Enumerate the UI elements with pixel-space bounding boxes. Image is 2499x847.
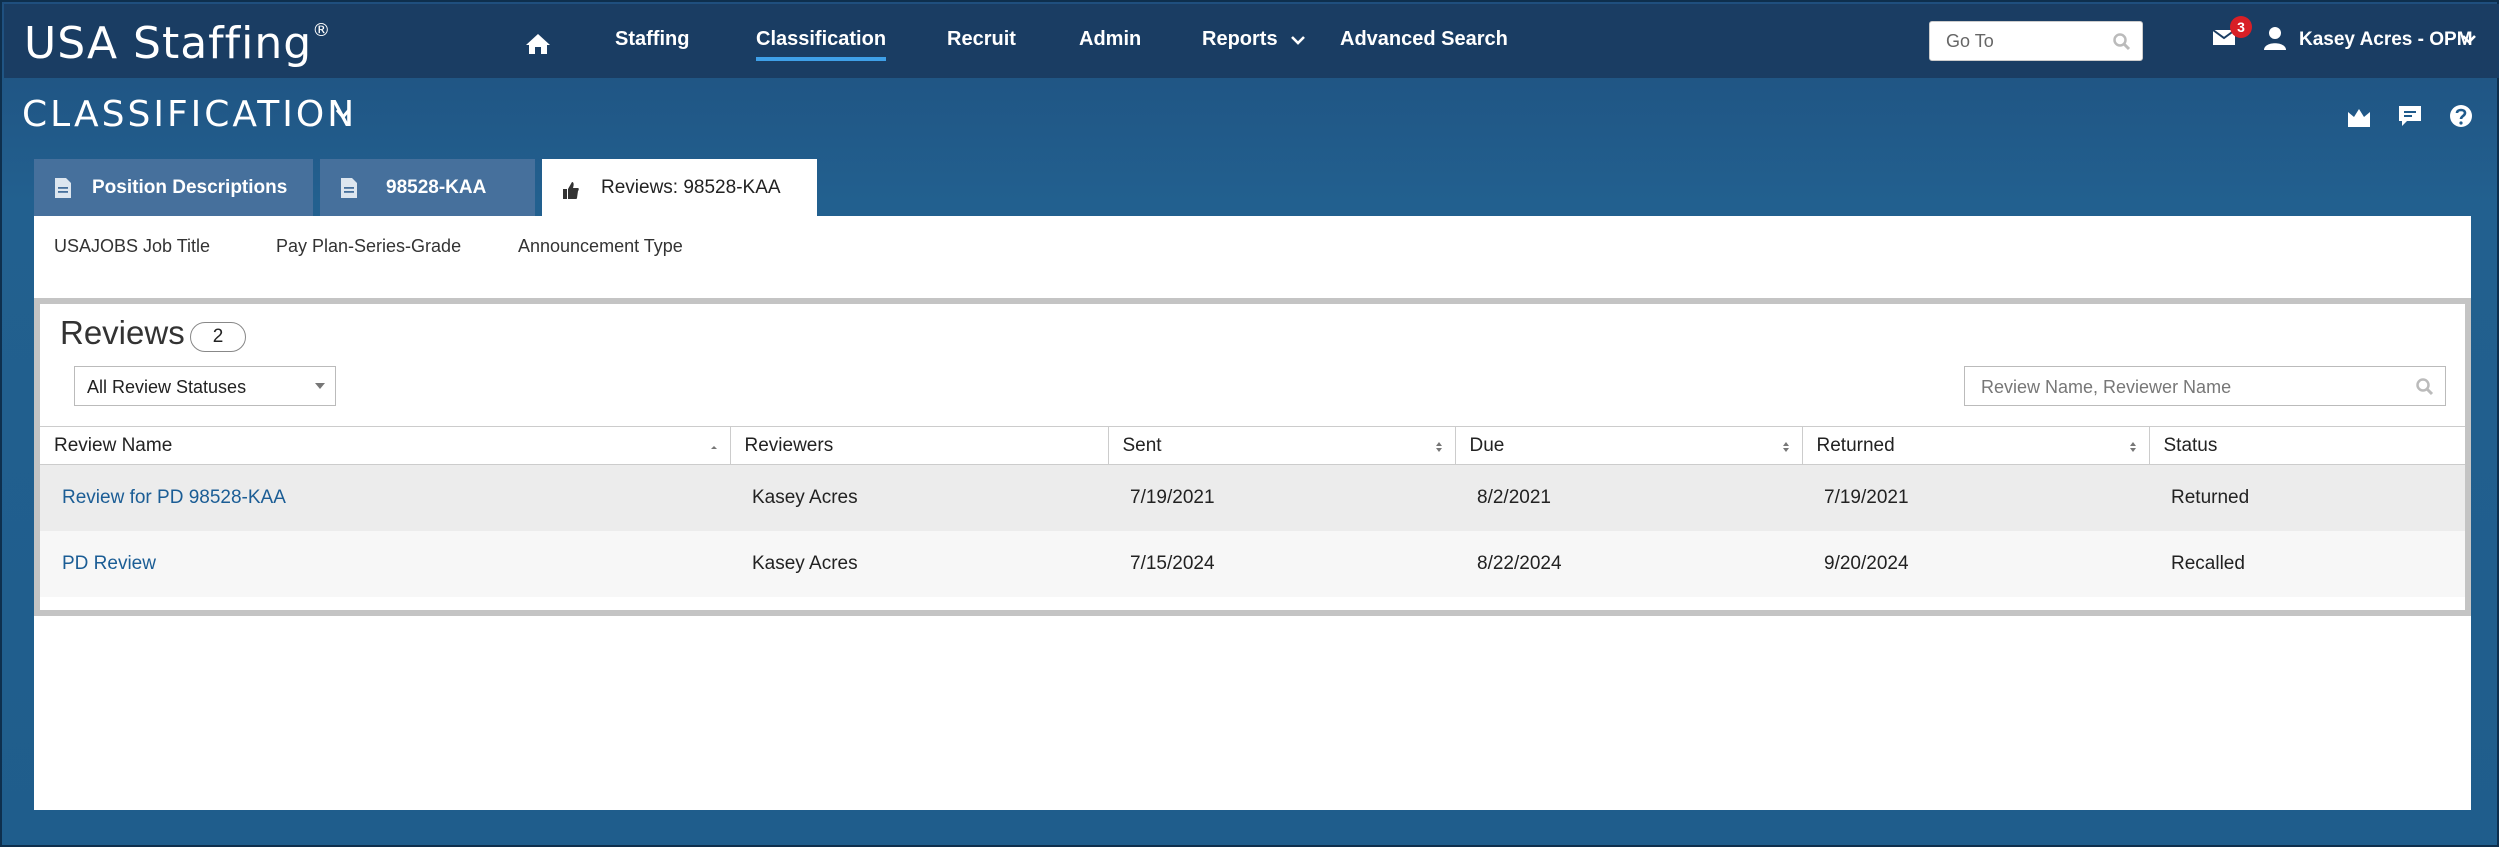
user-icon[interactable]	[2264, 26, 2286, 50]
column-label: Sent	[1122, 434, 1162, 456]
tab-position-98528-kaa[interactable]: 98528-KAA	[320, 159, 535, 216]
home-icon[interactable]	[524, 32, 552, 56]
notification-badge: 3	[2230, 16, 2252, 38]
help-icon[interactable]	[2448, 104, 2474, 128]
field-announcement-type: Announcement Type	[518, 236, 683, 256]
thumbs-up-icon	[563, 182, 579, 199]
reviews-panel: USAJOBS Job Title Pay Plan-Series-Grade …	[34, 216, 2471, 810]
column-review-name[interactable]: Review Name	[40, 426, 731, 465]
column-due[interactable]: Due	[1455, 426, 1803, 465]
user-menu[interactable]: Kasey Acres - OPM	[2299, 29, 2473, 51]
sort-icon[interactable]	[1435, 441, 1443, 453]
chevron-down-icon	[1291, 36, 1306, 45]
table-row: Review for PD 98528-KAA Kasey Acres 7/19…	[40, 464, 2465, 531]
review-search-placeholder: Review Name, Reviewer Name	[1981, 377, 2232, 397]
cell-due: 8/22/2024	[1455, 530, 1802, 597]
crown-icon[interactable]	[2346, 104, 2372, 128]
reviews-card: Reviews 2 All Review Statuses Review Nam…	[34, 298, 2471, 616]
column-label: Due	[1469, 434, 1505, 456]
nav-recruit[interactable]: Recruit	[947, 28, 1016, 51]
nav-reports[interactable]: Reports	[1202, 28, 1306, 51]
review-status-filter-value: All Review Statuses	[87, 377, 247, 397]
document-icon	[55, 178, 71, 198]
cell-sent: 7/15/2024	[1108, 530, 1455, 597]
cell-reviewers: Kasey Acres	[730, 464, 1108, 531]
column-returned[interactable]: Returned	[1802, 426, 2150, 465]
top-navigation: USA Staffing® Staffing Classification Re…	[4, 4, 2499, 78]
chevron-down-icon[interactable]	[335, 108, 351, 120]
review-link[interactable]: PD Review	[62, 553, 156, 574]
chevron-down-icon[interactable]	[2462, 34, 2476, 44]
column-sent[interactable]: Sent	[1108, 426, 1456, 465]
tab-label: 98528-KAA	[386, 177, 487, 198]
tab-reviews[interactable]: Reviews: 98528-KAA	[542, 159, 817, 217]
column-label: Status	[2163, 434, 2218, 456]
sort-icon[interactable]	[2129, 441, 2137, 453]
table-row: PD Review Kasey Acres 7/15/2024 8/22/202…	[40, 530, 2465, 597]
usa-staffing-logo[interactable]: USA Staffing®	[24, 18, 331, 69]
cell-reviewers: Kasey Acres	[730, 530, 1108, 597]
comment-icon[interactable]	[2397, 104, 2423, 128]
reviews-count-badge: 2	[190, 322, 246, 352]
nav-advanced-search[interactable]: Advanced Search	[1340, 28, 1508, 51]
nav-admin[interactable]: Admin	[1079, 28, 1141, 51]
cell-returned: 7/19/2021	[1802, 464, 2149, 531]
sort-icon[interactable]	[1782, 441, 1790, 453]
column-reviewers: Reviewers	[730, 426, 1109, 465]
cell-status: Recalled	[2149, 530, 2465, 597]
tab-position-descriptions[interactable]: Position Descriptions	[34, 159, 313, 216]
caret-down-icon	[315, 383, 325, 389]
field-pay-plan-series-grade: Pay Plan-Series-Grade	[276, 236, 462, 256]
column-label: Review Name	[54, 434, 173, 456]
column-status: Status	[2149, 426, 2465, 465]
tab-label: Position Descriptions	[92, 177, 288, 198]
nav-staffing[interactable]: Staffing	[615, 28, 689, 51]
sort-ascending-icon[interactable]	[710, 441, 718, 453]
section-title[interactable]: CLASSIFICATION	[22, 94, 357, 135]
goto-input[interactable]: Go To	[1929, 21, 2143, 61]
nav-reports-label: Reports	[1202, 28, 1278, 50]
document-icon	[341, 178, 357, 198]
table-header-row: Review Name Reviewers Sent Due Returned …	[40, 426, 2465, 465]
cell-review-name: PD Review	[40, 530, 730, 597]
review-search-input[interactable]: Review Name, Reviewer Name	[1964, 366, 2446, 406]
column-label: Reviewers	[744, 434, 834, 456]
reviews-title: Reviews	[60, 314, 185, 351]
app-frame: USA Staffing® Staffing Classification Re…	[0, 0, 2499, 847]
cell-status: Returned	[2149, 464, 2465, 531]
column-label: Returned	[1816, 434, 1895, 456]
review-link[interactable]: Review for PD 98528-KAA	[62, 487, 286, 508]
nav-classification[interactable]: Classification	[756, 28, 887, 61]
goto-placeholder: Go To	[1946, 31, 1994, 51]
cell-sent: 7/19/2021	[1108, 464, 1455, 531]
review-status-filter[interactable]: All Review Statuses	[74, 366, 336, 406]
tab-label: Reviews: 98528-KAA	[601, 177, 781, 198]
field-usajobs-job-title: USAJOBS Job Title	[54, 236, 211, 256]
cell-returned: 9/20/2024	[1802, 530, 2149, 597]
search-icon[interactable]	[2112, 32, 2132, 52]
cell-review-name: Review for PD 98528-KAA	[40, 464, 730, 531]
reviews-table: Review Name Reviewers Sent Due Returned …	[40, 426, 2465, 597]
cell-due: 8/2/2021	[1455, 464, 1802, 531]
search-icon[interactable]	[2415, 377, 2435, 397]
